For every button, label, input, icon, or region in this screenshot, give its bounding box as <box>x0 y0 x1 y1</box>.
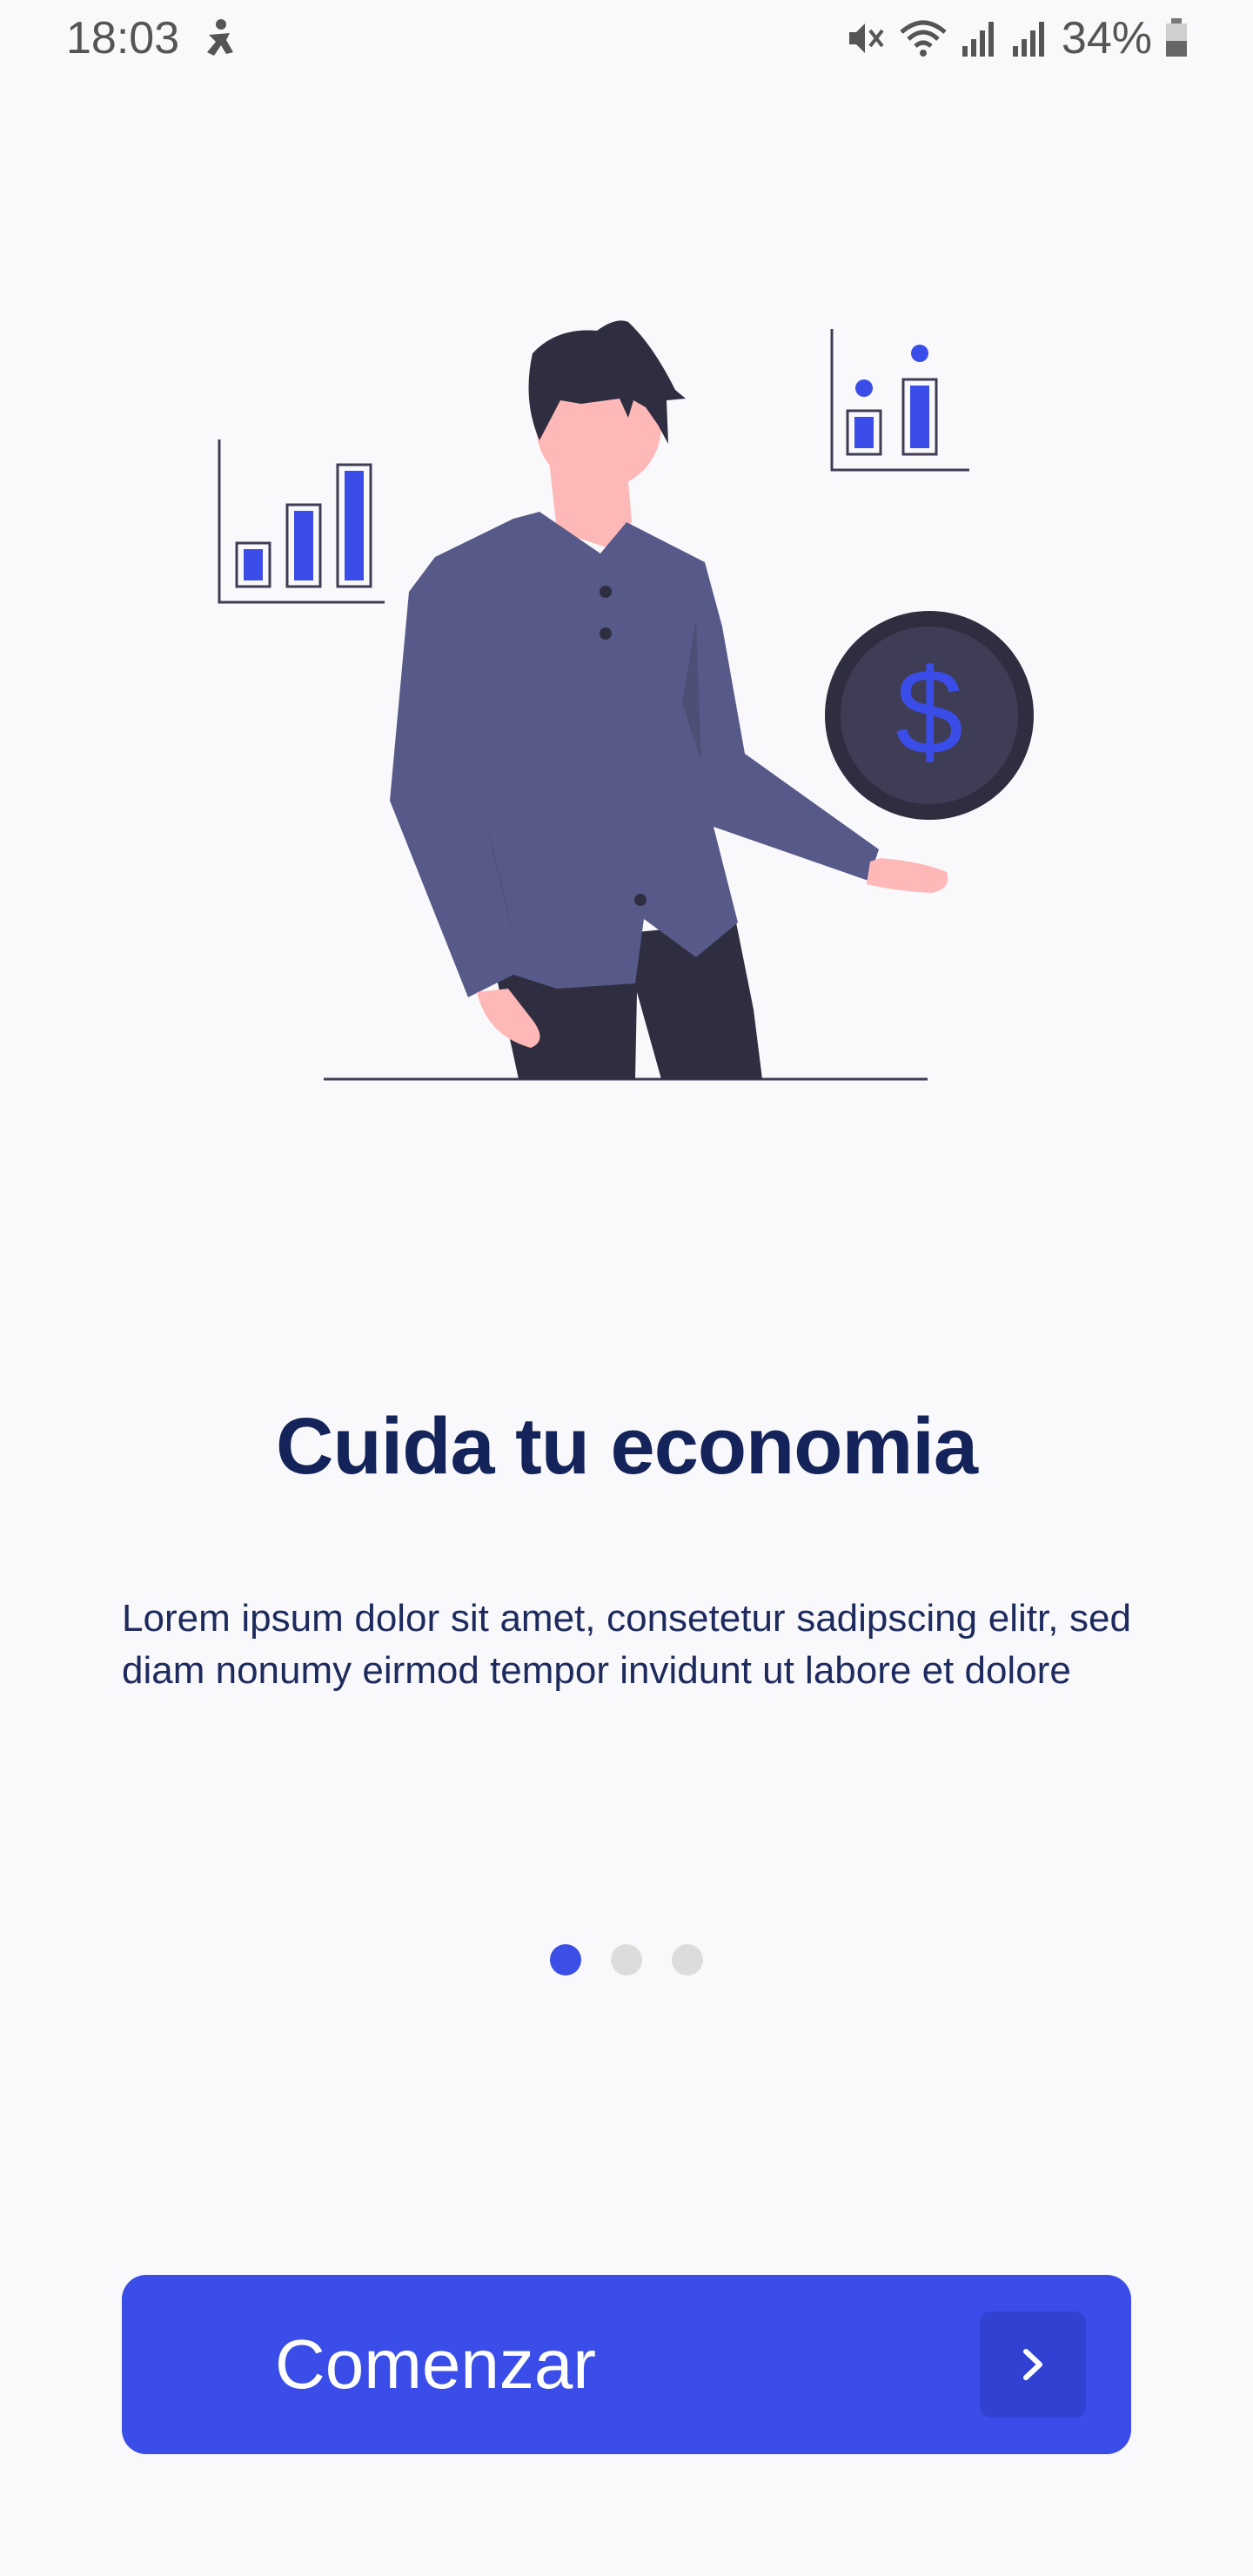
battery-icon <box>1166 18 1187 57</box>
signal-icon <box>962 22 994 57</box>
bar-chart-left-icon <box>218 439 385 604</box>
mute-icon <box>848 23 884 53</box>
signal-icon-2 <box>1012 22 1044 57</box>
onboarding-title: Cuida tu economia <box>276 1402 978 1491</box>
status-icons: 34% <box>846 12 1189 64</box>
page-dot-1[interactable] <box>550 1944 581 1976</box>
svg-text:$: $ <box>895 643 963 780</box>
status-time: 18:03 <box>66 13 180 64</box>
start-button[interactable]: Comenzar <box>122 2275 1131 2454</box>
onboarding-description: Lorem ipsum dolor sit amet, consetetur s… <box>122 1597 1131 1692</box>
dollar-coin-icon: $ <box>825 611 1034 820</box>
page-dot-2[interactable] <box>611 1944 642 1976</box>
battery-level: 34% <box>1061 13 1152 64</box>
onboarding-illustration: $ <box>218 320 1034 1081</box>
start-button-label: Comenzar <box>275 2325 597 2403</box>
wifi-icon <box>900 20 947 57</box>
page-dot-3[interactable] <box>672 1944 703 1976</box>
status-bar: 18:03 34% <box>0 0 1253 78</box>
page-indicator <box>0 1944 1253 1976</box>
bar-chart-right-icon <box>830 329 969 472</box>
accessibility-icon <box>207 19 233 56</box>
chevron-right-icon <box>980 2311 1086 2418</box>
